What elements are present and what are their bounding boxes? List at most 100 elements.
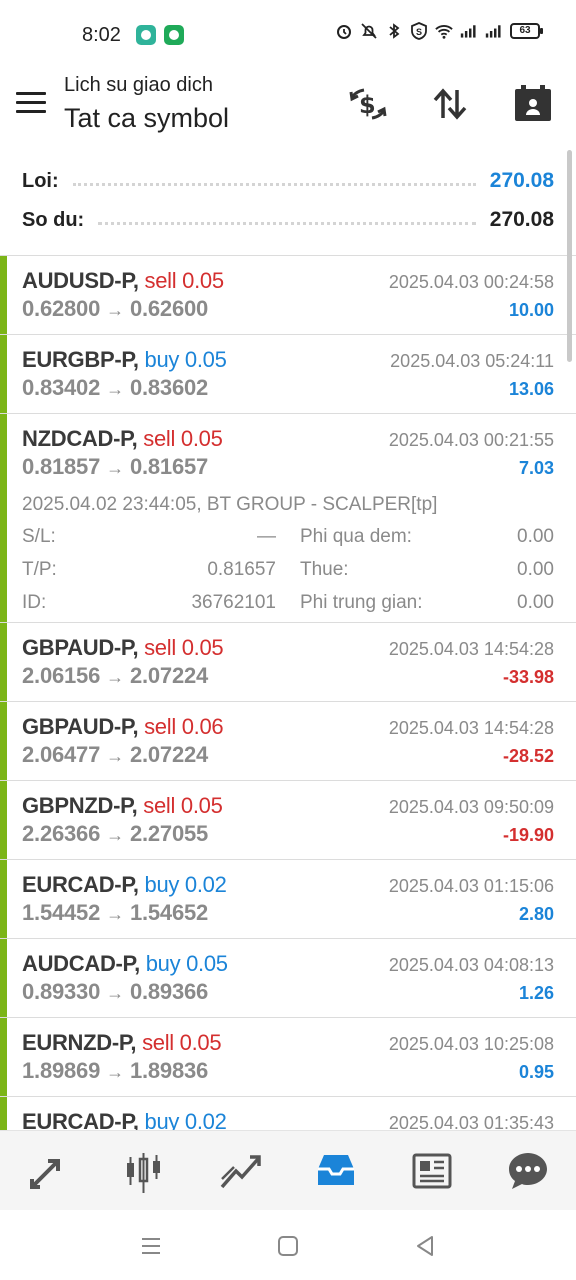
deal-open-price: 0.83402 — [22, 375, 101, 400]
deal-profit: -28.52 — [502, 746, 554, 766]
signal-1-icon — [460, 25, 476, 38]
sort-button[interactable] — [428, 82, 472, 126]
deal-profit: -19.90 — [502, 825, 554, 845]
candlestick-chart-icon — [127, 1152, 160, 1193]
right-arrow-icon: → — [106, 458, 124, 478]
home-square-icon — [278, 1236, 298, 1256]
deal-row-expanded[interactable]: NZDCAD-P, sell 0.05 0.81857 → 0.81657 2025… — [0, 414, 576, 623]
deal-side: buy 0.05 — [145, 951, 228, 976]
deal-side: buy 0.02 — [144, 1109, 227, 1130]
nav-chat[interactable] — [498, 1141, 558, 1201]
deal-side: buy 0.05 — [144, 347, 227, 372]
app-header: Lich su giao dich Tat ca symbol $ — [0, 70, 576, 150]
tax-value: 0.00 — [517, 559, 554, 580]
header-title[interactable]: Tat ca symbol — [64, 103, 229, 134]
deal-time: 2025.04.03 14:54:28 — [388, 639, 554, 659]
deal-symbol: EURNZD-P, — [22, 1030, 137, 1055]
deal-row[interactable]: GBPAUD-P, sell 0.06 2.06477 → 2.07224 2025… — [0, 702, 576, 781]
deal-close-price: 1.89836 — [129, 1058, 209, 1083]
deal-indicator-bar — [0, 414, 7, 622]
right-arrow-icon: → — [106, 983, 124, 1003]
deal-time: 2025.04.03 01:35:43 — [388, 1113, 554, 1130]
deal-close-price: 2.07224 — [129, 663, 209, 688]
deal-close-price: 0.62600 — [129, 296, 209, 321]
nav-chart[interactable] — [114, 1141, 174, 1201]
nav-news[interactable] — [402, 1141, 462, 1201]
deal-row[interactable]: EURGBP-P, buy 0.05 0.83402 → 0.83602 2025.… — [0, 335, 576, 414]
deal-indicator-bar — [0, 1018, 7, 1096]
deal-profit: 7.03 — [518, 458, 554, 478]
status-bar: 8:02 S 63 — [0, 0, 576, 70]
deal-time: 2025.04.03 01:15:06 — [388, 876, 554, 896]
profit-value: 270.08 — [489, 169, 554, 192]
deal-open-price: 0.89330 — [22, 979, 101, 1004]
newspaper-icon — [412, 1153, 452, 1188]
id-label: ID: — [22, 592, 47, 613]
nav-history[interactable] — [306, 1141, 366, 1201]
deal-indicator-bar — [0, 860, 7, 938]
deal-open-price: 2.26366 — [22, 821, 101, 846]
deal-side: sell 0.05 — [143, 426, 223, 451]
tp-label: T/P: — [22, 559, 57, 580]
deal-profit: -33.98 — [502, 667, 554, 687]
deal-side: sell 0.06 — [144, 714, 224, 739]
deal-row[interactable]: AUDUSD-P, sell 0.05 0.62800 → 0.62600 2025… — [0, 256, 576, 335]
deal-row[interactable]: EURCAD-P, buy 0.02 1.54452 → 1.54652 2025.… — [0, 860, 576, 939]
right-arrow-icon: → — [106, 300, 124, 320]
deal-side: sell 0.05 — [143, 793, 223, 818]
deal-time: 2025.04.03 10:25:08 — [388, 1034, 554, 1054]
calendar-icon — [515, 85, 551, 121]
deal-time: 2025.04.03 09:50:09 — [388, 797, 554, 817]
right-arrow-icon: → — [106, 379, 124, 399]
deal-profit: 2.80 — [518, 904, 554, 924]
right-arrow-icon: → — [106, 667, 124, 687]
deal-time: 2025.04.03 00:24:58 — [388, 272, 554, 292]
hamburger-menu-button[interactable] — [16, 92, 48, 116]
sort-arrows-icon — [433, 88, 467, 120]
nav-trade[interactable] — [210, 1141, 270, 1201]
wifi-icon — [435, 25, 453, 39]
mute-bell-icon — [361, 23, 377, 39]
header-subtitle: Lich su giao dich — [64, 74, 213, 96]
deal-symbol: EURGBP-P, — [22, 347, 139, 372]
inbox-history-icon — [318, 1154, 354, 1185]
bluetooth-icon — [389, 23, 400, 39]
commission-value: 0.00 — [517, 592, 554, 613]
deal-symbol: NZDCAD-P, — [22, 426, 138, 451]
deal-row[interactable]: GBPAUD-P, sell 0.05 2.06156 → 2.07224 2025… — [0, 623, 576, 702]
deals-list[interactable]: AUDUSD-P, sell 0.05 0.62800 → 0.62600 2025… — [0, 256, 576, 1130]
nav-quotes[interactable] — [18, 1141, 78, 1201]
deal-profit: 0.95 — [518, 1062, 554, 1082]
deal-open-price: 2.06477 — [22, 742, 101, 767]
deposit-button[interactable]: $ — [346, 82, 390, 126]
bottom-navigation — [0, 1130, 576, 1210]
back-triangle-icon — [417, 1236, 433, 1256]
recents-button[interactable] — [137, 1232, 165, 1260]
deal-row[interactable]: EURNZD-P, sell 0.05 1.89869 → 1.89836 2025… — [0, 1018, 576, 1097]
scrollbar[interactable] — [567, 150, 572, 362]
deal-row[interactable]: EURCAD-P, buy 0.02 2025.04.03 01:35:43 — [0, 1097, 576, 1130]
deal-row[interactable]: GBPNZD-P, sell 0.05 2.26366 → 2.27055 2025… — [0, 781, 576, 860]
deal-time: 2025.04.03 14:54:28 — [388, 718, 554, 738]
signal-2-icon — [485, 25, 501, 38]
deal-open-price: 1.89869 — [22, 1058, 101, 1083]
home-button[interactable] — [274, 1232, 302, 1260]
back-button[interactable] — [411, 1232, 439, 1260]
deal-open-price: 2.06156 — [22, 663, 101, 688]
chat-bubble-icon — [509, 1152, 547, 1189]
calendar-filter-button[interactable] — [511, 82, 555, 126]
deal-row[interactable]: AUDCAD-P, buy 0.05 0.89330 → 0.89366 2025.… — [0, 939, 576, 1018]
deal-symbol: AUDUSD-P, — [22, 268, 139, 293]
deal-symbol: GBPNZD-P, — [22, 793, 138, 818]
deal-indicator-bar — [0, 256, 7, 334]
deal-details: 2025.04.02 23:44:05, BT GROUP - SCALPER[… — [22, 490, 554, 619]
deal-indicator-bar — [0, 939, 7, 1017]
quotes-arrows-icon — [30, 1158, 60, 1189]
deal-side: sell 0.05 — [144, 268, 225, 293]
deal-indicator-bar — [0, 702, 7, 780]
swap-value: 0.00 — [517, 526, 554, 547]
tp-value: 0.81657 — [207, 559, 276, 580]
commission-label: Phi trung gian: — [300, 592, 423, 613]
deal-comment: 2025.04.02 23:44:05, BT GROUP - SCALPER[… — [22, 494, 438, 515]
deal-side: sell 0.05 — [142, 1030, 222, 1055]
